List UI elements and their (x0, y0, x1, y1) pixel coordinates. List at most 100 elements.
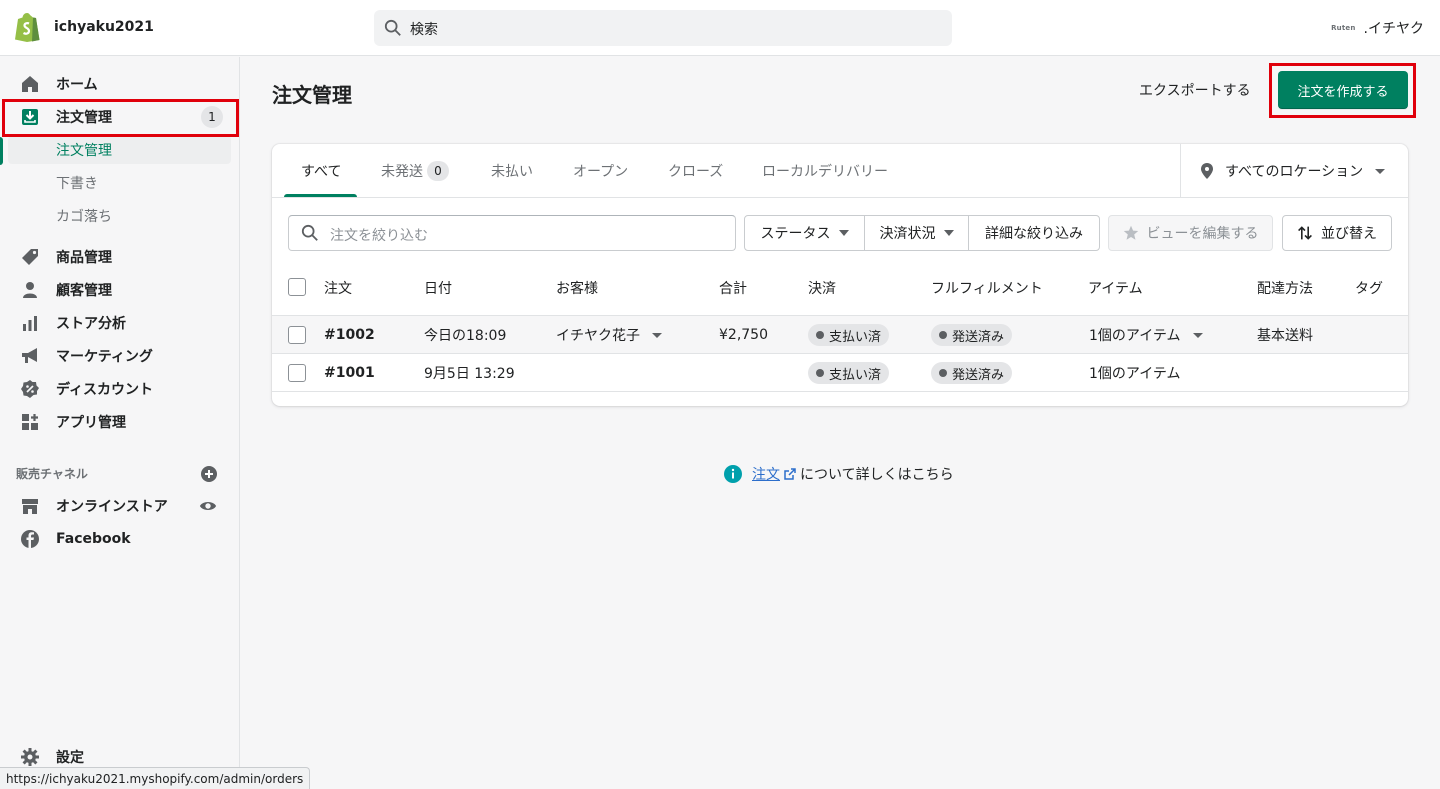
status-badge: 発送済み (931, 362, 1013, 384)
gear-icon (20, 747, 40, 767)
order-tabs: すべて 未発送 0 未払い オープン クローズ ローカルデリバリー すべてのロケ… (272, 144, 1408, 198)
sidebar-item-discounts[interactable]: ディスカウント (8, 374, 231, 404)
account-menu[interactable]: Ruten .イチヤク (1331, 18, 1424, 38)
column-header-customer[interactable]: お客様 (556, 278, 598, 298)
table-bottom-border (272, 391, 1408, 392)
column-header-fulfillment[interactable]: フルフィルメント (931, 278, 1043, 298)
row-checkbox[interactable] (288, 364, 306, 382)
sidebar-subitem-drafts[interactable]: 下書き (8, 169, 231, 197)
orders-icon (20, 107, 40, 127)
add-channel-icon[interactable] (200, 465, 218, 483)
sidebar-item-label: Facebook (56, 531, 131, 547)
active-indicator (0, 137, 3, 165)
items-label: 1個のアイテム (1089, 328, 1181, 344)
order-delivery: 基本送料 (1257, 328, 1313, 344)
edit-view-label: ビューを編集する (1146, 226, 1259, 242)
sidebar-subitem-orders[interactable]: 注文管理 (8, 136, 231, 164)
column-header-date[interactable]: 日付 (424, 278, 452, 298)
tab-active-underline (284, 194, 357, 197)
top-bar: ichyaku2021 検索 Ruten .イチヤク (0, 0, 1440, 56)
orders-help-link[interactable]: 注文 (752, 464, 780, 484)
select-all-checkbox[interactable] (288, 278, 306, 296)
bar-chart-icon (20, 313, 40, 333)
tab-label: 未発送 (381, 164, 423, 180)
caret-down-icon (838, 230, 849, 236)
chevron-down-icon (652, 332, 662, 338)
discount-icon (20, 379, 40, 399)
shopify-logo-icon[interactable] (14, 13, 40, 42)
fulfillment-status: 発送済み (931, 316, 1013, 354)
tab-local-delivery[interactable]: ローカルデリバリー (762, 144, 888, 198)
chevron-down-icon (1192, 332, 1203, 338)
learn-more: 注文 について詳しくはこちら (724, 464, 954, 484)
account-logo: Ruten (1331, 24, 1356, 32)
star-icon (1123, 225, 1138, 240)
order-filter-input[interactable]: 注文を絞り込む (288, 215, 736, 251)
table-row[interactable]: #1001 9月5日 13:29 支払い済 発送済み 1個のアイテム (272, 353, 1408, 391)
order-number[interactable]: #1001 (324, 354, 375, 392)
fulfillment-status: 発送済み (931, 354, 1013, 392)
store-name[interactable]: ichyaku2021 (54, 19, 154, 35)
sidebar-subitem-abandoned[interactable]: カゴ落ち (8, 202, 231, 230)
status-dot-icon (939, 331, 947, 339)
export-button[interactable]: エクスポートする (1128, 72, 1262, 108)
status-filter-label: ステータス (760, 226, 831, 242)
order-items[interactable]: 1個のアイテム (1089, 316, 1203, 354)
tab-closed[interactable]: クローズ (668, 144, 723, 198)
column-header-tags[interactable]: タグ (1355, 278, 1383, 298)
payment-status-label: 支払い済 (829, 329, 882, 345)
tab-open[interactable]: オープン (573, 144, 628, 198)
column-header-delivery[interactable]: 配達方法 (1257, 278, 1313, 298)
status-filter-button[interactable]: ステータス (744, 215, 865, 251)
sort-button[interactable]: 並び替え (1282, 215, 1392, 251)
order-customer[interactable]: イチヤク花子 (556, 316, 662, 354)
sidebar: ホーム 注文管理 1 注文管理 下書き カゴ落ち 商品管理 顧客管理 ストア分析… (0, 57, 240, 789)
sort-icon (1298, 226, 1312, 240)
row-checkbox[interactable] (288, 326, 306, 344)
payment-status: 支払い済 (808, 354, 890, 392)
sidebar-item-products[interactable]: 商品管理 (8, 242, 231, 272)
sidebar-channel-facebook[interactable]: Facebook (8, 524, 231, 554)
order-date: 今日の18:09 (424, 328, 507, 344)
sidebar-item-orders[interactable]: 注文管理 1 (8, 102, 231, 132)
location-selector[interactable]: すべてのロケーション (1180, 144, 1408, 198)
orders-card: すべて 未発送 0 未払い オープン クローズ ローカルデリバリー すべてのロケ… (272, 144, 1408, 406)
tab-unpaid[interactable]: 未払い (491, 144, 533, 198)
store-icon (20, 496, 40, 516)
payment-filter-button[interactable]: 決済状況 (864, 215, 969, 251)
sidebar-item-customers[interactable]: 顧客管理 (8, 275, 231, 305)
eye-icon[interactable] (199, 497, 217, 515)
order-number[interactable]: #1002 (324, 316, 375, 354)
page-title: 注文管理 (272, 83, 352, 107)
sidebar-item-analytics[interactable]: ストア分析 (8, 308, 231, 338)
sort-label: 並び替え (1321, 226, 1377, 242)
more-filters-button[interactable]: 詳細な絞り込み (968, 215, 1100, 251)
status-dot-icon (816, 331, 824, 339)
status-badge: 発送済み (931, 324, 1013, 346)
column-header-order[interactable]: 注文 (324, 278, 352, 298)
fulfillment-status-label: 発送済み (952, 367, 1005, 383)
learn-more-text: について詳しくはこちら (800, 467, 954, 483)
payment-status: 支払い済 (808, 316, 890, 354)
order-items: 1個のアイテム (1089, 366, 1181, 382)
sidebar-item-home[interactable]: ホーム (8, 69, 231, 99)
tab-all[interactable]: すべて (301, 144, 341, 198)
sidebar-item-label: オンラインストア (56, 499, 168, 515)
customer-name: イチヤク花子 (556, 328, 640, 344)
account-name: .イチヤク (1363, 21, 1424, 37)
column-header-items[interactable]: アイテム (1088, 278, 1143, 298)
table-row[interactable]: #1002 今日の18:09 イチヤク花子 ¥2,750 支払い済 発送済み 1… (272, 315, 1408, 353)
status-badge: 支払い済 (808, 324, 890, 346)
sidebar-item-marketing[interactable]: マーケティング (8, 341, 231, 371)
tab-unfulfilled[interactable]: 未発送 0 (381, 144, 449, 198)
home-icon (20, 74, 40, 94)
sidebar-item-label: 顧客管理 (56, 283, 112, 299)
status-url-tooltip: https://ichyaku2021.myshopify.com/admin/… (0, 767, 311, 789)
sidebar-channel-online-store[interactable]: オンラインストア (8, 491, 231, 521)
global-search-input[interactable]: 検索 (374, 10, 952, 46)
sidebar-item-apps[interactable]: アプリ管理 (8, 407, 231, 437)
megaphone-icon (20, 346, 40, 366)
column-header-total[interactable]: 合計 (719, 278, 747, 298)
create-order-button[interactable]: 注文を作成する (1278, 71, 1408, 109)
column-header-payment[interactable]: 決済 (808, 278, 836, 298)
